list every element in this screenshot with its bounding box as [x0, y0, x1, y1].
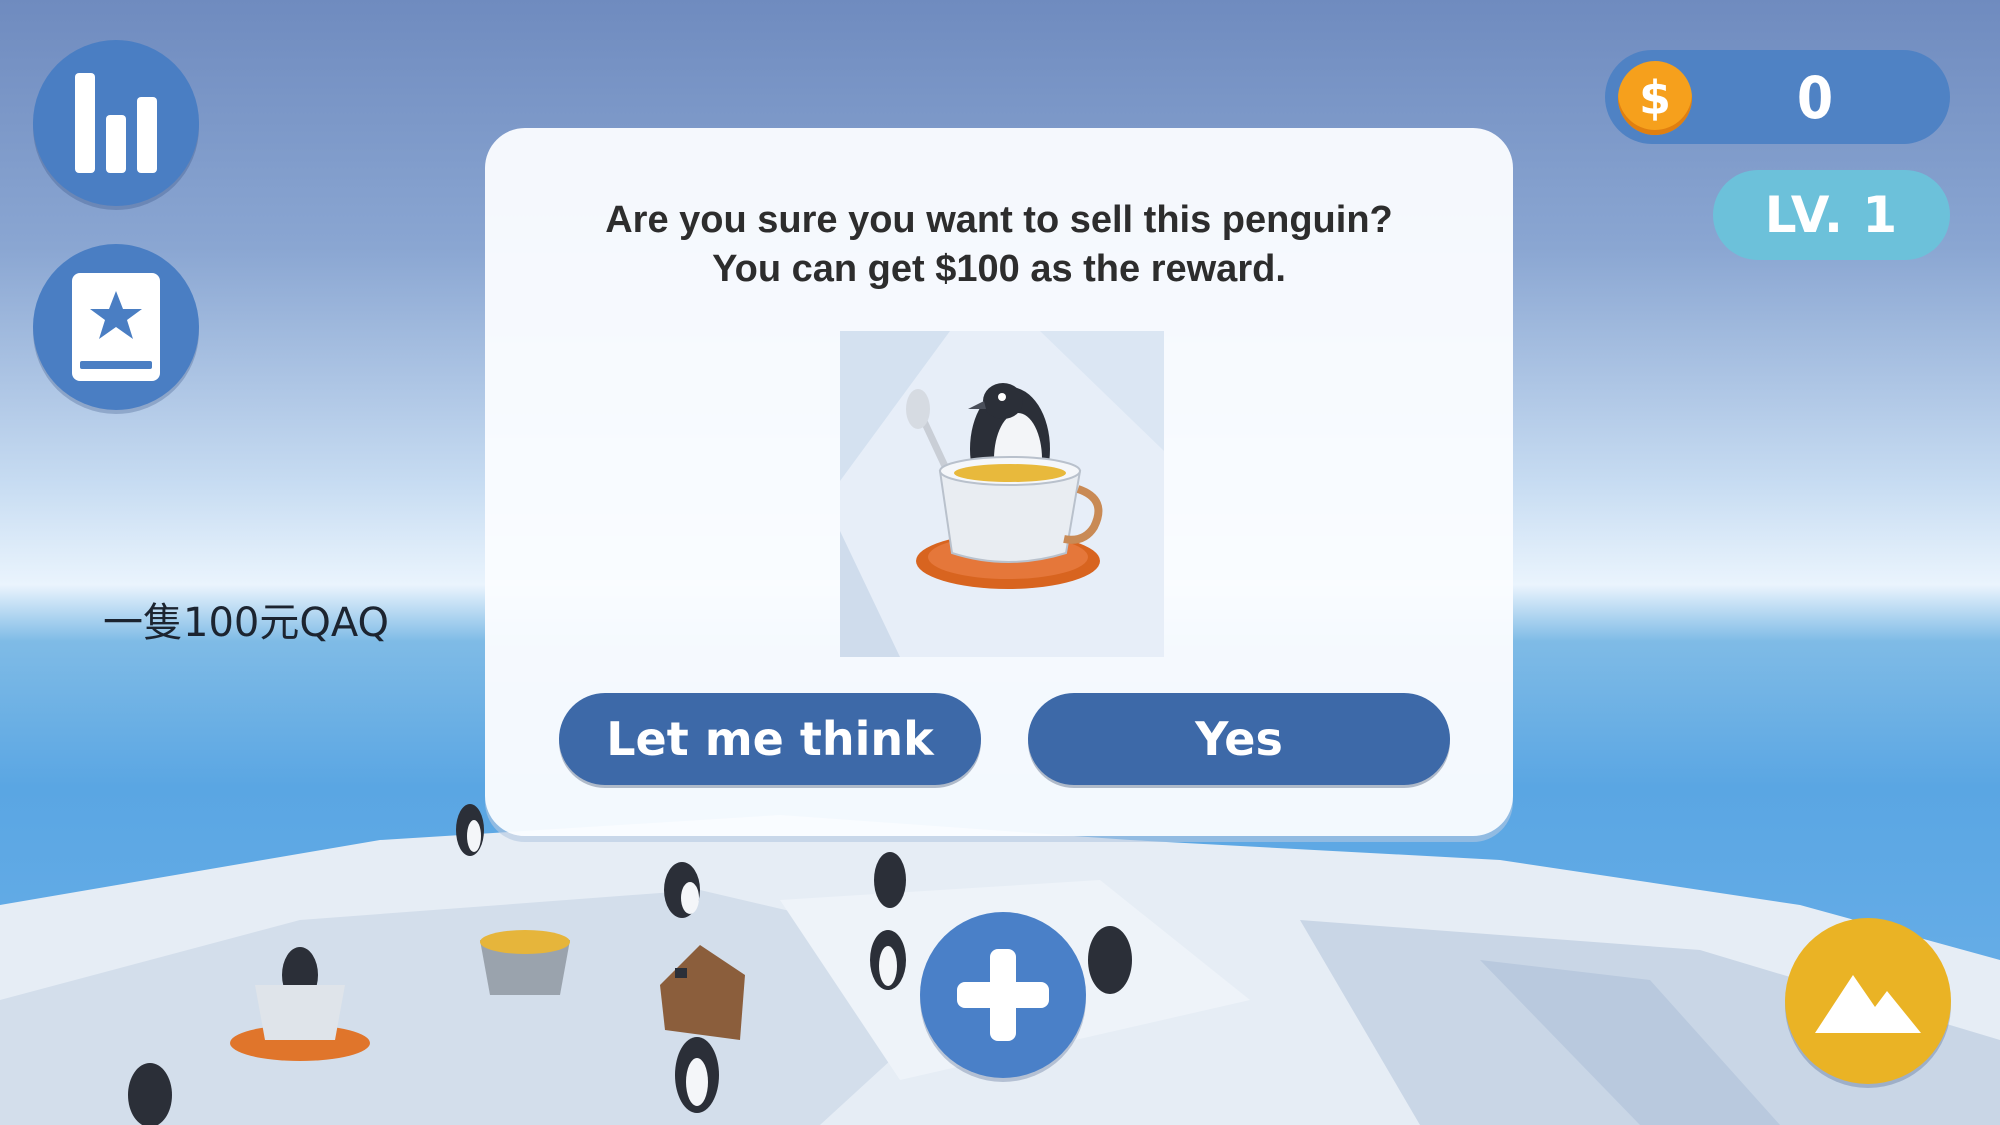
- penguin-preview-image: [840, 331, 1164, 657]
- stats-button[interactable]: [33, 40, 199, 206]
- mountain-icon: [1815, 975, 1921, 1033]
- plus-icon: [957, 949, 1049, 1041]
- yes-button[interactable]: Yes: [1028, 693, 1450, 785]
- penguin-teacup-illustration: [840, 331, 1164, 657]
- coin-icon: $: [1618, 61, 1692, 135]
- caption-text: 一隻100元QAQ: [103, 600, 389, 646]
- add-penguin-button[interactable]: [920, 912, 1086, 1078]
- dialog-message: Are you sure you want to sell this pengu…: [485, 196, 1513, 294]
- bar-chart-icon: [75, 73, 157, 173]
- map-button[interactable]: [1785, 918, 1951, 1084]
- dialog-line-1: Are you sure you want to sell this pengu…: [605, 199, 1393, 241]
- star-book-icon: [72, 273, 160, 381]
- collection-button[interactable]: [33, 244, 199, 410]
- money-value: 0: [1796, 64, 1834, 132]
- let-me-think-button[interactable]: Let me think: [559, 693, 981, 785]
- level-badge: LV. 1: [1713, 170, 1950, 260]
- sell-confirm-dialog: Are you sure you want to sell this pengu…: [485, 128, 1513, 836]
- dialog-line-2: You can get $100 as the reward.: [712, 248, 1286, 290]
